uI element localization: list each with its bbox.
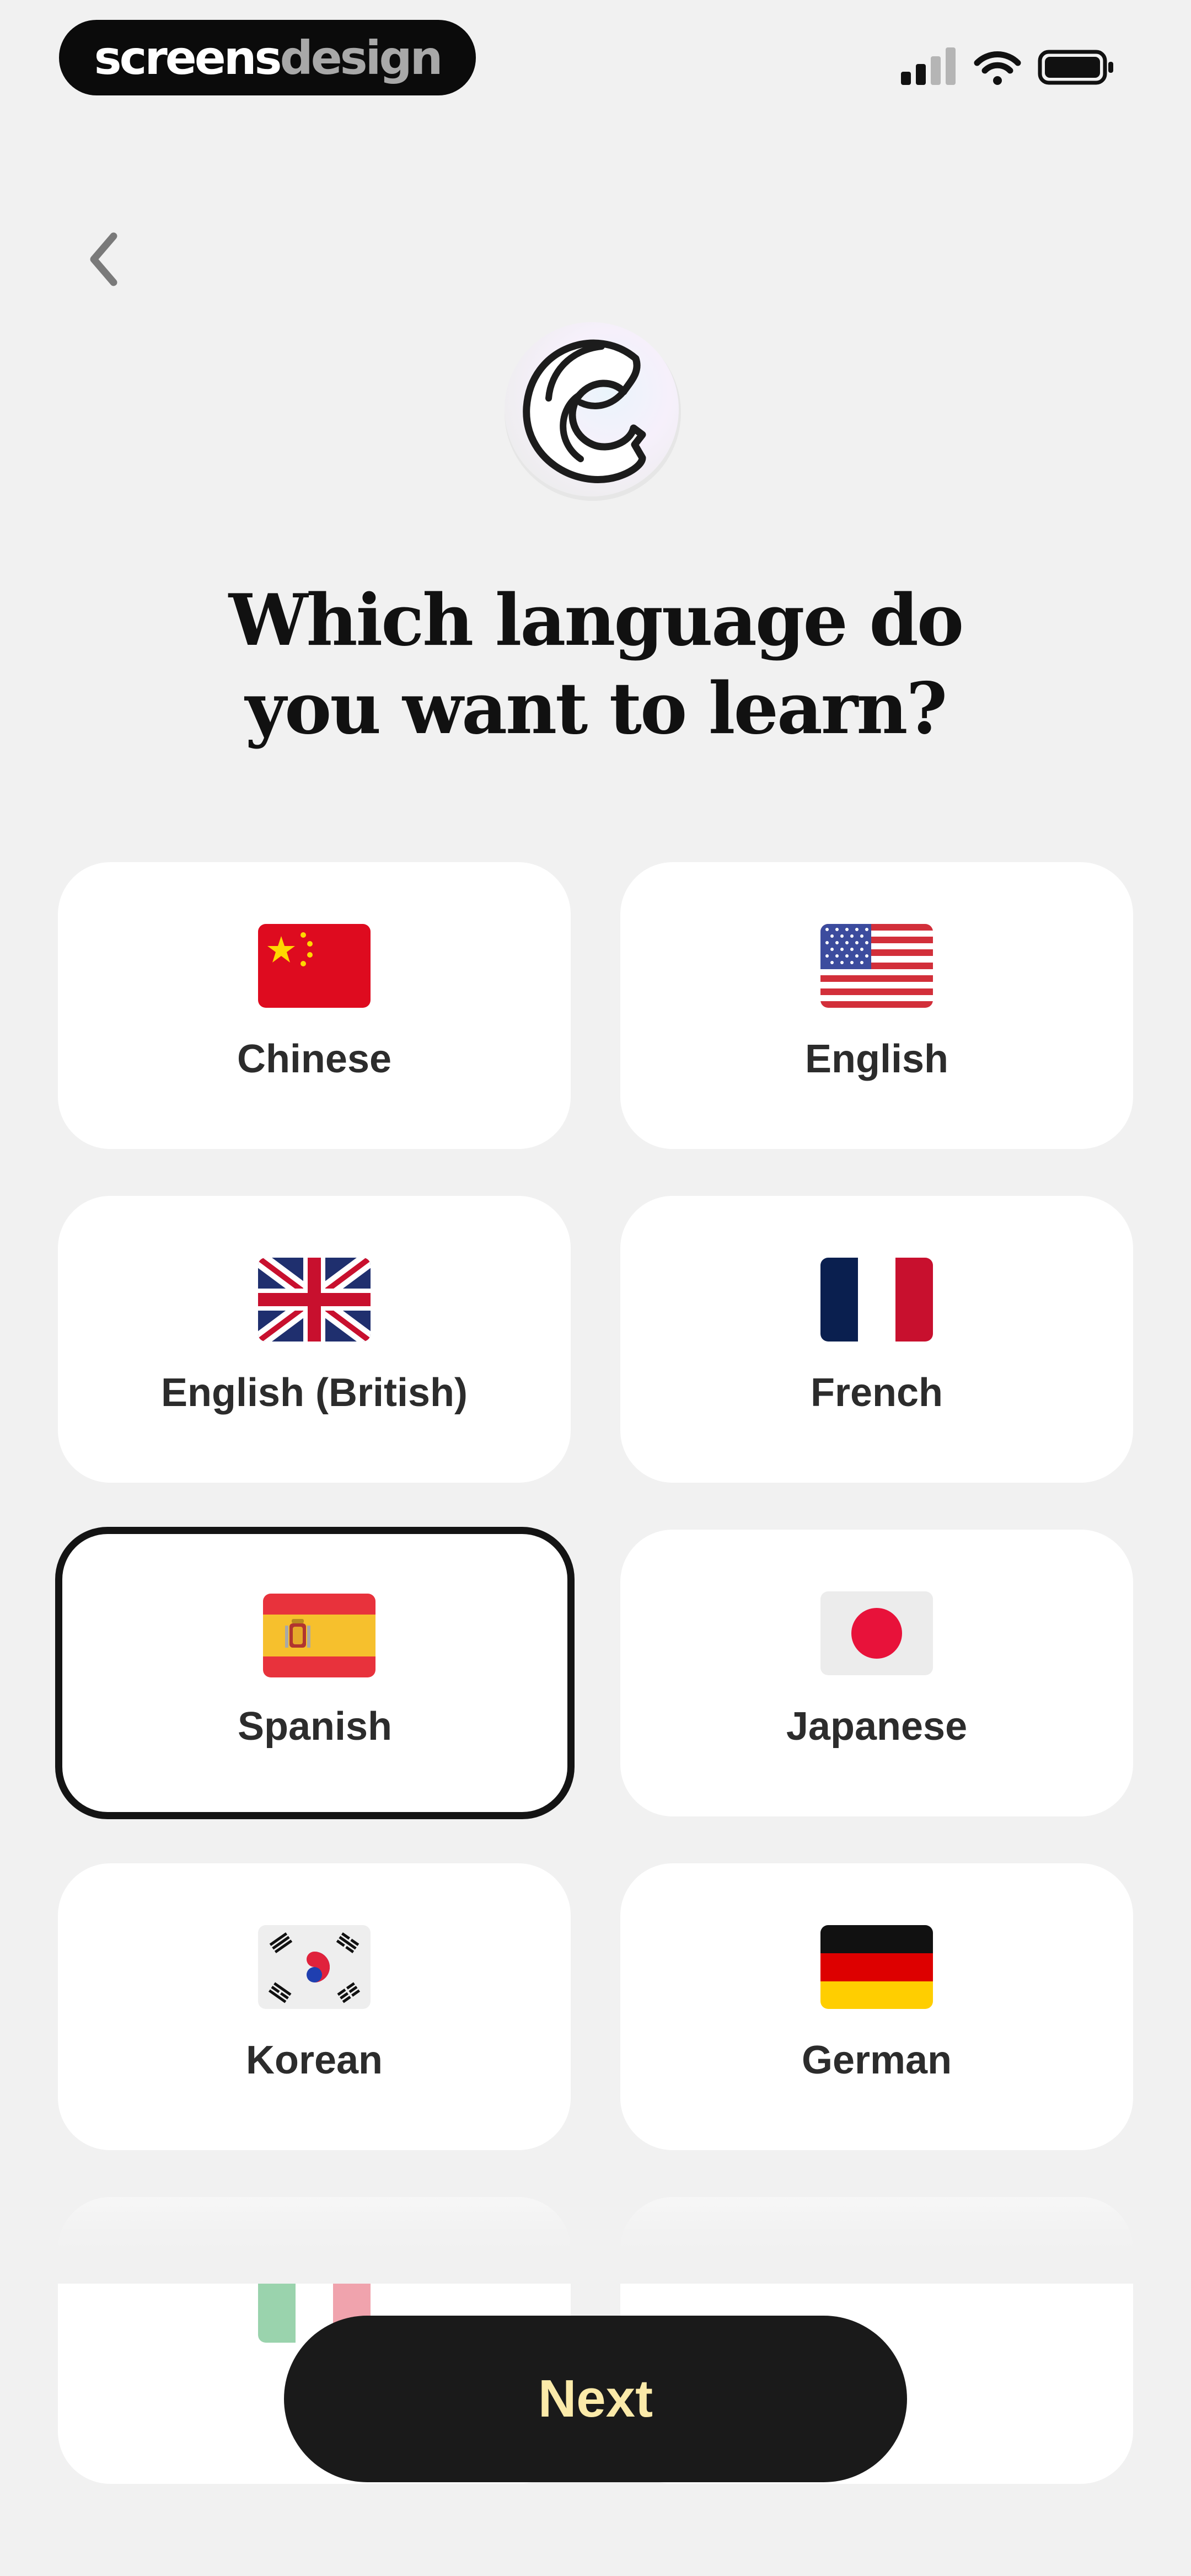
title-line-1: Which language do [228, 579, 964, 662]
language-label: English (British) [161, 1371, 468, 1415]
uk-flag-icon [258, 1258, 371, 1342]
next-button[interactable]: Next [284, 2316, 907, 2482]
badge-text-design: design [280, 30, 443, 85]
spain-flag-icon [263, 1594, 375, 1677]
language-option-korean[interactable]: Korean [58, 1863, 571, 2150]
language-label: English [804, 1037, 948, 1081]
language-label: Chinese [237, 1037, 392, 1081]
scroll-fade-overlay [0, 2173, 1191, 2284]
language-option-german[interactable]: German [620, 1863, 1133, 2150]
chevron-left-icon[interactable] [83, 226, 127, 292]
language-label: German [801, 2038, 952, 2082]
language-label: Spanish [237, 1704, 393, 1749]
language-label: Korean [245, 2038, 383, 2082]
usa-flag-icon [820, 924, 933, 1008]
battery-icon [1038, 50, 1113, 85]
korea-flag-icon [258, 1925, 371, 2009]
page-title: Which language do you want to learn? [154, 576, 1037, 753]
wifi-icon [974, 51, 1021, 85]
language-option-chinese[interactable]: Chinese [58, 862, 571, 1149]
language-label: Japanese [786, 1704, 968, 1749]
japan-flag-icon [820, 1591, 933, 1675]
wave-moon-logo-icon [505, 322, 681, 501]
language-option-french[interactable]: French [620, 1196, 1133, 1483]
cellular-signal-icon [901, 47, 956, 85]
screensdesign-badge: screens design [59, 20, 476, 95]
france-flag-icon [820, 1258, 933, 1342]
germany-flag-icon [820, 1925, 933, 2009]
language-label: French [810, 1371, 943, 1415]
language-option-japanese[interactable]: Japanese [620, 1530, 1133, 1816]
language-option-spanish[interactable]: Spanish [55, 1527, 575, 1819]
badge-text-screens: screens [94, 30, 282, 85]
language-option-english-british[interactable]: English (British) [58, 1196, 571, 1483]
language-option-english[interactable]: English [620, 862, 1133, 1149]
china-flag-icon [258, 924, 371, 1008]
title-line-2: you want to learn? [245, 667, 948, 750]
